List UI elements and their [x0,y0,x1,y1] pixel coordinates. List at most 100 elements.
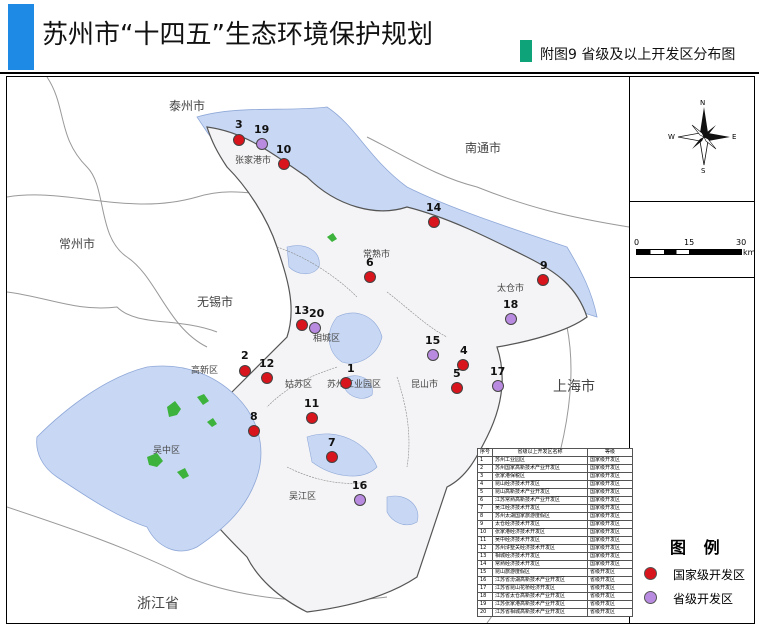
label-changzhou: 常州市 [59,237,96,251]
table-cell: 国家级开发区 [587,496,634,505]
site-marker-3[interactable] [233,134,245,146]
scale-bar [636,249,742,255]
site-marker-9[interactable] [537,274,549,286]
table-cell: 16 [476,576,494,585]
table-cell: 昆山经济技术开发区 [492,480,589,489]
table-cell: 张家港经济技术开发区 [492,528,589,537]
table-header: 等级 [587,448,634,457]
legend-item-national: 国家级开发区 [644,566,745,583]
scale-tick-0: 0 [634,238,640,247]
label-kunshan: 昆山市 [411,380,439,390]
table-cell: 国家级开发区 [587,480,634,489]
site-number-2: 2 [241,349,249,362]
table-cell: 苏州国家高新技术产业开发区 [492,464,589,473]
table-cell: 吴江经济技术开发区 [492,504,589,513]
table-cell: 昆山旅游度假区 [492,568,589,577]
table-cell: 国家级开发区 [587,520,634,529]
legend-item-provincial: 省级开发区 [644,590,733,607]
table-cell: 9 [476,520,494,529]
compass-box: N S E W [630,77,754,202]
label-nantong: 南通市 [465,141,502,155]
zone-table: 序号 省级以上开发区名称 等级 1 苏州工业园区 国家级开发区 2 苏州国家高新技术产… [476,448,634,617]
table-row: 15 昆山旅游度假区 省级开发区 [476,568,634,577]
site-number-7: 7 [328,436,336,449]
table-cell: 常熟经济技术开发区 [492,560,589,569]
label-taicang: 太仓市 [497,284,525,294]
table-row: 2 苏州国家高新技术产业开发区 国家级开发区 [476,464,634,473]
table-cell: 8 [476,512,494,521]
site-marker-17[interactable] [492,380,504,392]
site-marker-13[interactable] [296,319,308,331]
table-cell: 6 [476,496,494,505]
table-cell: 江苏常熟高新技术产业开发区 [492,496,589,505]
site-marker-12[interactable] [261,372,273,384]
label-taizhou: 泰州市 [169,99,206,113]
compass-n: N [700,99,706,107]
site-number-10: 10 [276,143,292,156]
table-row: 7 吴江经济技术开发区 国家级开发区 [476,504,634,513]
site-number-4: 4 [460,344,468,357]
compass-s: S [701,167,706,175]
table-cell: 2 [476,464,494,473]
table-cell: 太仓经济技术开发区 [492,520,589,529]
site-marker-1[interactable] [340,377,352,389]
table-row: 12 苏州浒墅关经济技术开发区 国家级开发区 [476,544,634,553]
table-row: 9 太仓经济技术开发区 国家级开发区 [476,520,634,529]
table-row: 3 张家港保税区 国家级开发区 [476,472,634,481]
site-marker-11[interactable] [306,412,318,424]
site-marker-20[interactable] [309,322,321,334]
table-cell: 14 [476,560,494,569]
scale-tick-15: 15 [684,238,695,247]
legend-label-national: 国家级开发区 [673,568,746,582]
table-cell: 国家级开发区 [587,552,634,561]
table-cell: 20 [476,608,494,617]
site-marker-14[interactable] [428,216,440,228]
table-cell: 18 [476,592,494,601]
table-cell: 5 [476,488,494,497]
table-row: 1 苏州工业园区 国家级开发区 [476,456,634,465]
title-accent-bar [8,4,34,70]
site-marker-16[interactable] [354,494,366,506]
table-cell: 国家级开发区 [587,512,634,521]
site-marker-6[interactable] [364,271,376,283]
site-number-8: 8 [250,410,258,423]
site-marker-7[interactable] [326,451,338,463]
table-cell: 国家级开发区 [587,464,634,473]
table-cell: 17 [476,584,494,593]
table-cell: 苏州浒墅关经济技术开发区 [492,544,589,553]
site-number-3: 3 [235,118,243,131]
site-marker-18[interactable] [505,313,517,325]
table-cell: 国家级开发区 [587,544,634,553]
site-marker-2[interactable] [239,365,251,377]
table-cell: 江苏省昆山花桥经济开发区 [492,584,589,593]
table-cell: 7 [476,504,494,513]
site-number-15: 15 [425,334,441,347]
table-cell: 张家港保税区 [492,472,589,481]
table-cell: 苏州工业园区 [492,456,589,465]
site-number-17: 17 [490,365,506,378]
site-number-14: 14 [426,201,442,214]
label-suzhou-park: 苏州工业园区 [327,380,382,390]
site-number-1: 1 [347,362,355,375]
map-subtitle: 附图9 省级及以上开发区分布图 [540,47,736,63]
table-cell: 江苏省汾湖高新技术产业开发区 [492,576,589,585]
site-marker-10[interactable] [278,158,290,170]
table-cell: 省级开发区 [587,568,634,577]
table-row: 16 江苏省汾湖高新技术产业开发区 省级开发区 [476,576,634,585]
table-row: 11 吴中经济技术开发区 国家级开发区 [476,536,634,545]
subtitle-accent-bar [520,40,532,62]
boundary-line [46,77,208,348]
site-number-20: 20 [309,307,325,320]
site-marker-19[interactable] [256,138,268,150]
label-zhejiang: 浙江省 [137,596,179,612]
table-header-row: 序号 省级以上开发区名称 等级 [476,448,634,457]
table-cell: 江苏省相城高新技术产业开发区 [492,608,589,617]
table-cell: 1 [476,456,494,465]
site-marker-15[interactable] [427,349,439,361]
table-header: 省级以上开发区名称 [492,448,589,457]
table-row: 8 苏州太湖国家旅游度假区 国家级开发区 [476,512,634,521]
table-cell: 江苏张家港高新技术产业开发区 [492,600,589,609]
table-cell: 国家级开发区 [587,560,634,569]
site-marker-8[interactable] [248,425,260,437]
site-marker-5[interactable] [451,382,463,394]
